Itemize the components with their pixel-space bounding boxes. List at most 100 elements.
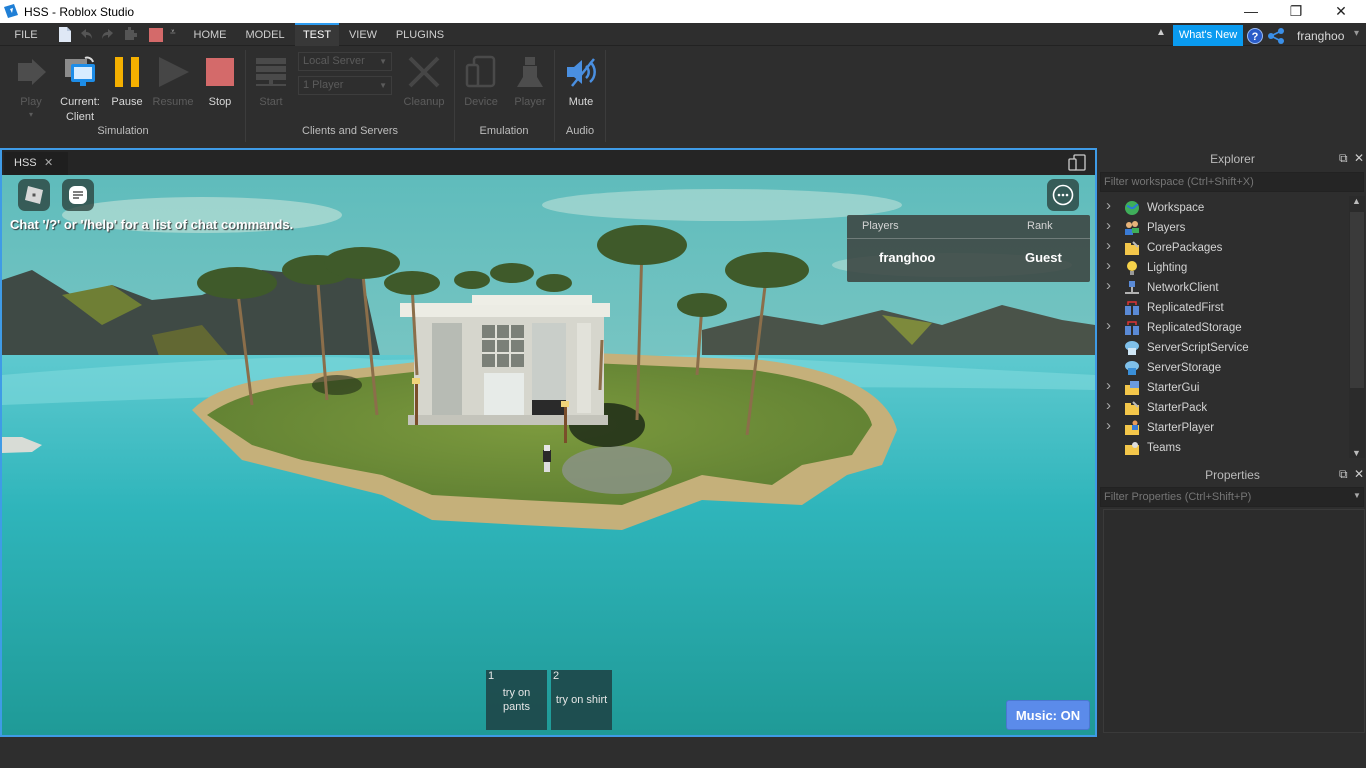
explorer-item-label: Teams [1147,442,1181,454]
chat-toggle-button[interactable] [62,179,94,211]
expand-chevron-icon[interactable]: › [1106,316,1111,336]
pause-icon [115,57,139,87]
tab-test[interactable]: TEST [295,23,339,46]
hotbar-slot-1[interactable]: 1 try on pants [486,670,547,730]
new-file-icon[interactable] [58,27,72,42]
explorer-item-teams[interactable]: Teams [1099,438,1347,458]
current-client-button[interactable]: Current: Client [56,50,104,130]
share-icon[interactable] [1268,28,1285,44]
leaderboard-player-rank: Guest [1025,250,1062,265]
help-icon[interactable]: ? [1247,28,1263,44]
hotbar-slot-label-line2: pants [503,701,530,713]
explorer-item-label: Workspace [1147,202,1205,214]
folder-player-icon [1125,420,1139,435]
filter-dropdown-caret-icon[interactable]: ▼ [1353,491,1361,500]
explorer-item-lighting[interactable]: › Lighting [1099,256,1347,278]
close-panel-icon[interactable]: ✕ [1354,151,1364,165]
leaderboard-player-name: franghoo [879,250,936,265]
explorer-scrollbar[interactable]: ▲ ▼ [1349,196,1365,458]
document-tab-hss[interactable]: HSS ✕ [4,152,68,175]
restore-button[interactable]: ❐ [1273,0,1319,23]
explorer-item-startergui[interactable]: › StarterGui [1099,376,1347,398]
player-count-dropdown[interactable]: 1 Player ▼ [298,76,392,95]
start-button[interactable]: Start [250,50,292,130]
collapse-ribbon-icon[interactable]: ▲ [1156,27,1166,38]
expand-chevron-icon[interactable]: › [1106,376,1111,396]
cleanup-button[interactable]: Cleanup [400,50,448,130]
user-menu-caret-icon[interactable]: ▾ [1354,28,1359,39]
redo-icon[interactable] [101,27,115,42]
server-type-dropdown[interactable]: Local Server ▼ [298,52,392,71]
minimize-button[interactable]: — [1228,0,1274,23]
expand-chevron-icon[interactable]: › [1106,256,1111,276]
undock-icon[interactable]: ⧉ [1339,151,1348,166]
hotbar-slot-2[interactable]: 2 try on shirt [551,670,612,730]
leaderboard-row[interactable]: franghoo Guest [847,240,1090,282]
replicated-icon [1125,321,1139,335]
explorer-tree: › Workspace › Players › CorePackages › Lighting… [1099,194,1347,460]
player-emulator-button[interactable]: Player [508,50,552,130]
properties-filter-input[interactable] [1100,487,1364,507]
file-menu[interactable]: FILE [8,23,44,46]
game-scene[interactable]: Chat '/?' or '/help' for a list of chat … [2,175,1095,735]
explorer-item-starterplayer[interactable]: › StarterPlayer [1099,416,1347,438]
explorer-item-serverscriptservice[interactable]: ServerScriptService [1099,338,1347,358]
explorer-item-replicatedfirst[interactable]: ReplicatedFirst [1099,298,1347,318]
user-menu[interactable]: franghoo [1297,29,1344,43]
tab-home[interactable]: HOME [188,23,232,46]
explorer-item-label: ReplicatedFirst [1147,302,1224,314]
undock-icon[interactable]: ⧉ [1339,467,1348,482]
play-button[interactable]: Play ▾ [10,50,52,130]
scrollbar-thumb[interactable] [1350,212,1364,388]
current-client-label: Current: Client [56,95,104,125]
stop-button[interactable]: Stop [200,50,240,130]
expand-chevron-icon[interactable]: › [1106,196,1111,216]
explorer-item-label: Lighting [1147,262,1188,274]
expand-chevron-icon[interactable]: › [1106,396,1111,416]
close-panel-icon[interactable]: ✕ [1354,467,1364,481]
dropdown-caret-icon: ▼ [379,81,387,90]
document-tab-label: HSS [14,157,37,169]
resume-button[interactable]: Resume [150,50,196,130]
tab-model[interactable]: MODEL [242,23,288,46]
expand-chevron-icon[interactable]: › [1106,236,1111,256]
explorer-item-networkclient[interactable]: › NetworkClient [1099,276,1347,298]
explorer-filter-input[interactable] [1100,172,1364,192]
expand-chevron-icon[interactable]: › [1106,276,1111,296]
tab-plugins[interactable]: PLUGINS [393,23,447,46]
stop-square-icon[interactable] [149,28,163,42]
undo-icon[interactable] [79,27,93,42]
roblox-menu-button[interactable] [18,179,50,211]
whats-new-button[interactable]: What's New [1173,25,1243,46]
explorer-item-starterpack[interactable]: › StarterPack [1099,396,1347,418]
speaker-muted-icon [567,58,596,87]
explorer-item-label: Players [1147,222,1186,234]
expand-chevron-icon[interactable]: › [1106,216,1111,236]
explorer-item-corepackages[interactable]: › CorePackages [1099,236,1347,258]
close-window-button[interactable]: ✕ [1318,0,1364,23]
explorer-item-replicatedstorage[interactable]: › ReplicatedStorage [1099,316,1347,338]
rank-column-header: Rank [1027,220,1053,232]
mute-button[interactable]: Mute [560,50,602,130]
customize-quick-access-icon[interactable]: ⩡ [170,27,176,38]
device-icon [465,55,496,88]
expand-chevron-icon[interactable]: › [1106,416,1111,436]
explorer-item-players[interactable]: › Players [1099,216,1347,238]
more-options-button[interactable] [1047,179,1079,211]
music-toggle-button[interactable]: Music: ON [1006,700,1090,730]
explorer-item-workspace[interactable]: › Workspace [1099,196,1347,218]
close-tab-icon[interactable]: ✕ [44,152,53,175]
properties-panel: Properties ⧉ ✕ ▼ [1099,462,1366,737]
explorer-item-serverstorage[interactable]: ServerStorage [1099,358,1347,378]
device-button[interactable]: Device [460,50,502,130]
scroll-down-icon[interactable]: ▼ [1352,448,1361,458]
folder-gui-icon [1125,381,1139,395]
monitor-swap-icon [65,56,95,86]
tab-view[interactable]: VIEW [345,23,381,46]
pause-button[interactable]: Pause [108,50,146,130]
plugin-icon[interactable] [124,27,138,42]
scroll-up-icon[interactable]: ▲ [1352,196,1361,206]
device-frame-toggle-icon[interactable] [1068,154,1086,171]
explorer-item-label: NetworkClient [1147,282,1219,294]
chat-icon [69,186,87,204]
